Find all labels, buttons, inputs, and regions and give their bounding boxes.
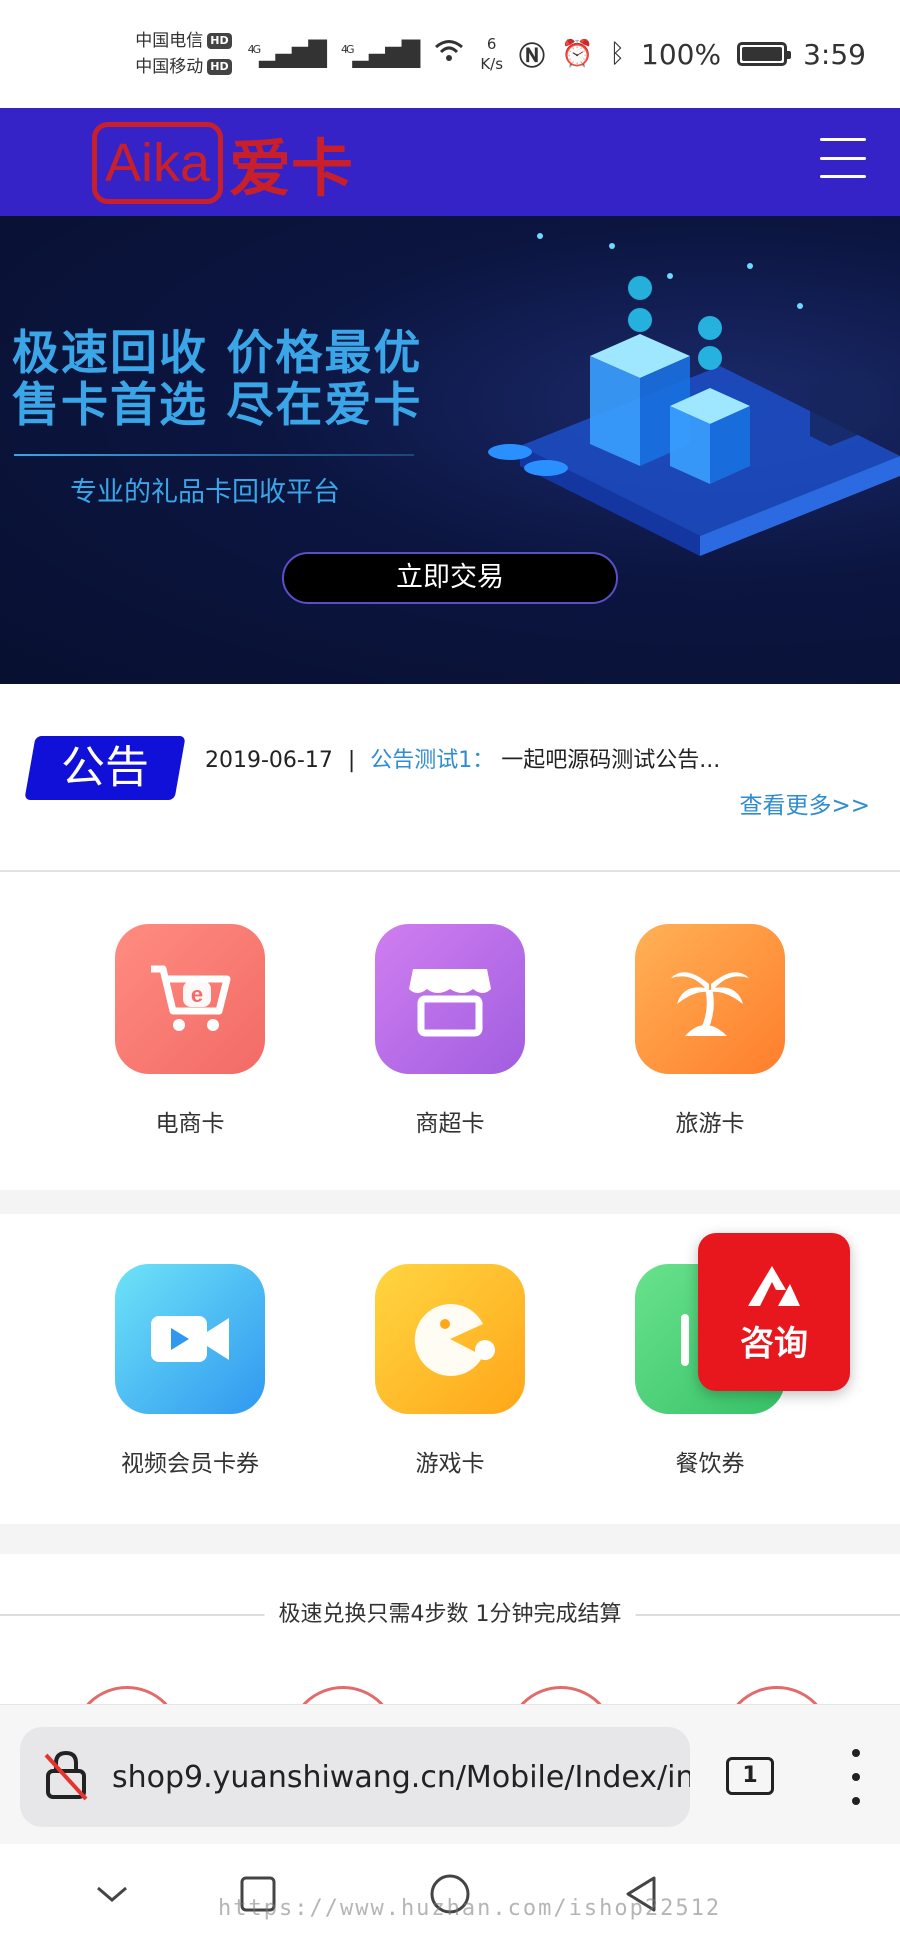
- page: 中国电信 HD 中国移动 HD 4G▂▄▆█ 4G▂▄▆█ 6 K/s Ⓝ ⏰ …: [0, 0, 900, 1950]
- storefront-icon: [375, 924, 525, 1074]
- notice-badge: 公告: [24, 736, 186, 800]
- nfc-icon: Ⓝ: [519, 41, 546, 72]
- palm-tree-icon: [635, 924, 785, 1074]
- signal-icon: 4G▂▄▆█: [247, 40, 327, 68]
- banner-divider: [14, 454, 414, 456]
- section-gap: [0, 1524, 900, 1554]
- site-header: Aika 爱卡: [0, 108, 900, 216]
- logo-cn: 爱卡: [229, 132, 354, 205]
- signal-icon: 4G▂▄▆█: [340, 40, 420, 68]
- clock: 3:59: [803, 37, 866, 71]
- video-camera-icon: [115, 1264, 265, 1414]
- browser-toolbar: shop9.yuanshiwang.cn/Mobile/Index/in 1: [0, 1704, 900, 1844]
- steps-title: 极速兑换只需4步数 1分钟完成结算: [264, 1596, 636, 1628]
- carrier-1: 中国电信 HD: [135, 28, 232, 54]
- svg-text:e: e: [191, 982, 203, 1007]
- hd-badge: HD: [207, 59, 232, 75]
- notice-item[interactable]: 2019-06-17 | 公告测试1： 一起吧源码测试公告...: [205, 742, 720, 774]
- banner-subtitle: 专业的礼品卡回收平台: [70, 477, 340, 508]
- steps-section: 极速兑换只需4步数 1分钟完成结算: [0, 1556, 900, 1796]
- insecure-lock-icon[interactable]: [42, 1749, 90, 1805]
- consult-label: 咨询: [740, 1323, 808, 1364]
- watermark-text: https://www.huzhan.com/ishop22512: [218, 1896, 722, 1921]
- category-label: 餐饮券: [675, 1451, 745, 1477]
- battery-icon: [737, 42, 792, 66]
- category-supermarket-card[interactable]: 商超卡: [360, 924, 540, 1138]
- carrier-1-name: 中国电信: [135, 31, 204, 51]
- more-options-icon[interactable]: [846, 1749, 866, 1805]
- net-speed-unit: K/s: [480, 55, 504, 73]
- category-label: 旅游卡: [675, 1111, 745, 1137]
- category-label: 商超卡: [415, 1111, 485, 1137]
- banner-title: 极速回收 价格最优 售卡首选 尽在爱卡: [12, 328, 422, 432]
- address-bar[interactable]: shop9.yuanshiwang.cn/Mobile/Index/in: [20, 1727, 690, 1827]
- url-text: shop9.yuanshiwang.cn/Mobile/Index/in: [112, 1759, 690, 1795]
- hd-badge: HD: [207, 33, 232, 49]
- carriers: 中国电信 HD 中国移动 HD: [135, 28, 232, 80]
- bluetooth-icon: ᛒ: [609, 39, 626, 69]
- notice-content: 一起吧源码测试公告...: [501, 748, 721, 773]
- category-label: 电商卡: [155, 1111, 225, 1137]
- category-label: 游戏卡: [415, 1451, 485, 1477]
- notice-title: 公告测试1：: [370, 748, 495, 773]
- view-more-link[interactable]: 查看更多>>: [739, 786, 870, 820]
- isometric-illustration-icon: [488, 233, 900, 556]
- carrier-2: 中国移动 HD: [135, 54, 232, 80]
- site-logo[interactable]: Aika 爱卡: [92, 118, 353, 208]
- logo-en: Aika: [92, 122, 224, 204]
- banner-title-line2: 售卡首选 尽在爱卡: [12, 378, 423, 433]
- category-game-card[interactable]: 游戏卡: [360, 1264, 540, 1478]
- category-section-1: ee 电商卡 商超卡 旅游卡: [0, 874, 900, 1190]
- category-travel-card[interactable]: 旅游卡: [620, 924, 800, 1138]
- hero-banner: 极速回收 价格最优 售卡首选 尽在爱卡 专业的礼品卡回收平台 立即交易: [0, 216, 900, 684]
- notice-separator: |: [347, 748, 356, 773]
- wifi-icon: [434, 38, 464, 71]
- trade-now-button[interactable]: 立即交易: [282, 552, 618, 604]
- alarm-icon: ⏰: [561, 39, 594, 69]
- category-label: 视频会员卡券: [121, 1451, 259, 1477]
- shopping-cart-icon: ee: [115, 924, 265, 1074]
- banner-title-line1: 极速回收 价格最优: [12, 326, 423, 381]
- hamburger-menu-icon[interactable]: [820, 138, 866, 178]
- notice-date: 2019-06-17: [205, 748, 333, 773]
- net-speed-value: 6: [486, 35, 497, 53]
- carrier-2-name: 中国移动: [135, 57, 204, 77]
- category-ecommerce-card[interactable]: ee 电商卡: [100, 924, 280, 1138]
- consult-logo-icon: [748, 1265, 800, 1306]
- tabs-count-button[interactable]: 1: [726, 1757, 774, 1795]
- section-gap: [0, 1190, 900, 1214]
- consult-button[interactable]: 咨询: [698, 1233, 850, 1391]
- net-speed: 6 K/s: [480, 34, 503, 74]
- status-bar: 中国电信 HD 中国移动 HD 4G▂▄▆█ 4G▂▄▆█ 6 K/s Ⓝ ⏰ …: [0, 0, 900, 108]
- pacman-icon: [375, 1264, 525, 1414]
- notice-bar: 公告 2019-06-17 | 公告测试1： 一起吧源码测试公告... 查看更多…: [0, 684, 900, 872]
- battery-percent: 100%: [641, 37, 722, 71]
- chevron-down-icon[interactable]: [82, 1864, 142, 1924]
- category-video-card[interactable]: 视频会员卡券: [100, 1264, 280, 1478]
